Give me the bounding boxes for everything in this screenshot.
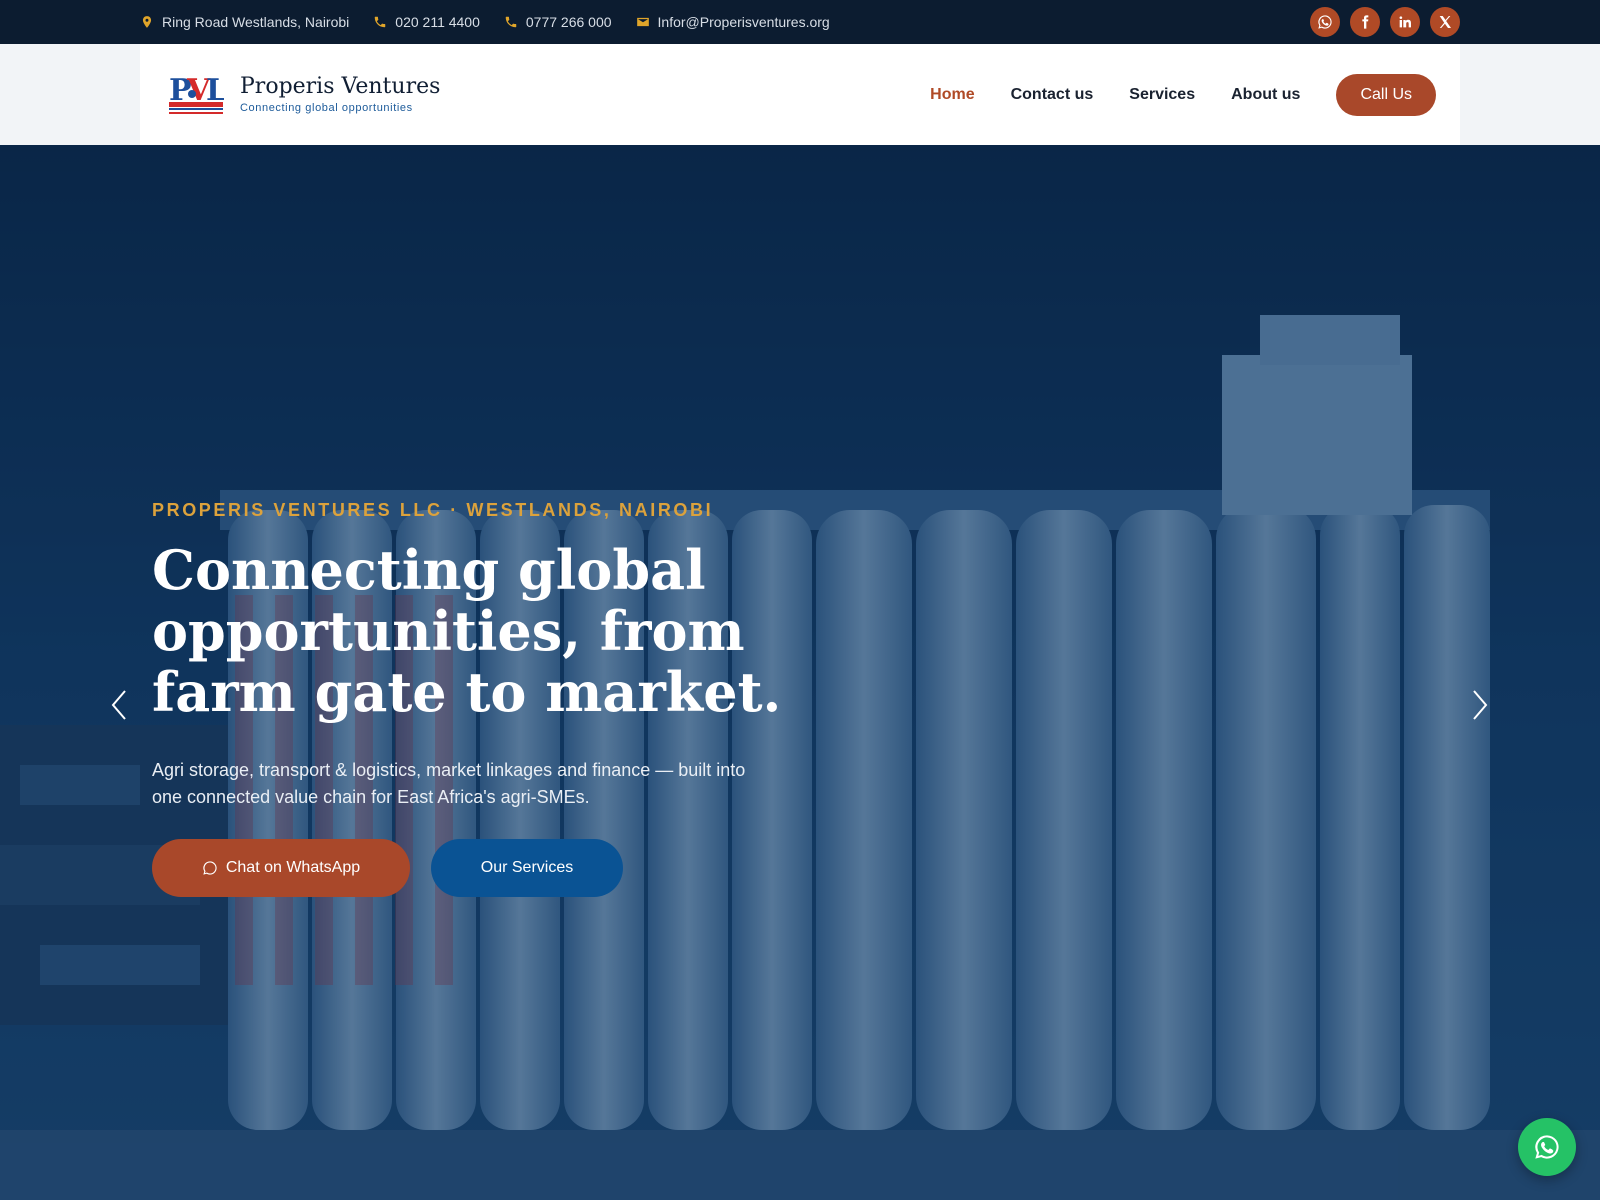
chevron-right-icon [1473,690,1488,720]
whatsapp-icon [203,861,217,875]
x-icon[interactable] [1430,7,1460,37]
phone-icon [505,16,517,28]
linkedin-icon[interactable] [1390,7,1420,37]
contact-info: Ring Road Westlands, Nairobi 020 211 440… [140,0,830,44]
chat-whatsapp-label: Chat on WhatsApp [225,859,361,876]
call-us-button[interactable]: Call Us [1336,74,1436,116]
phone-item-1[interactable]: 020 211 4400 [373,14,480,30]
email-text[interactable]: Infor@Properisventures.org [658,14,830,30]
chevron-left-icon [111,690,126,720]
social-links [1310,7,1460,37]
slider-prev-arrow[interactable] [105,685,135,725]
whatsapp-icon [1535,1135,1559,1159]
main-navbar: P V L Properis Ventures Connecting globa… [140,44,1460,145]
phone-item-2[interactable]: 0777 266 000 [504,14,612,30]
our-services-button[interactable]: Our Services [431,839,623,897]
whatsapp-icon[interactable] [1310,7,1340,37]
brand-name[interactable]: Properis Ventures [240,74,440,99]
brand-logo[interactable]: P V L [168,70,224,118]
nav-menu: Home Contact us Services About us Call U… [930,74,1436,116]
nav-item-contact[interactable]: Contact us [1011,86,1094,104]
phone-text-1[interactable]: 020 211 4400 [395,14,480,30]
address-item: Ring Road Westlands, Nairobi [140,14,349,30]
brand-tagline: Connecting global opportunities [240,102,413,114]
hero-slider: PROPERIS VENTURES LLC · WESTLANDS, NAIRO… [0,145,1600,1200]
slider-next-arrow[interactable] [1464,685,1494,725]
map-pin-icon [142,16,152,28]
hero-subtext: Agri storage, transport & logistics, mar… [152,760,746,807]
envelope-icon [636,17,649,27]
nav-item-services[interactable]: Services [1129,86,1195,104]
phone-text-2[interactable]: 0777 266 000 [526,14,612,30]
nav-item-home[interactable]: Home [930,86,974,104]
email-item[interactable]: Infor@Properisventures.org [636,14,830,30]
phone-icon [375,16,386,28]
top-contact-bar: Ring Road Westlands, Nairobi 020 211 440… [0,0,1600,44]
chat-whatsapp-button[interactable]: Chat on WhatsApp [152,839,410,897]
nav-item-about[interactable]: About us [1231,86,1300,104]
hero-eyebrow: PROPERIS VENTURES LLC · WESTLANDS, NAIRO… [152,500,714,520]
address-text: Ring Road Westlands, Nairobi [162,14,350,30]
facebook-icon[interactable] [1350,7,1380,37]
hero-headline: Connecting global opportunities, from fa… [152,538,782,724]
floating-whatsapp-button[interactable] [1518,1118,1576,1176]
